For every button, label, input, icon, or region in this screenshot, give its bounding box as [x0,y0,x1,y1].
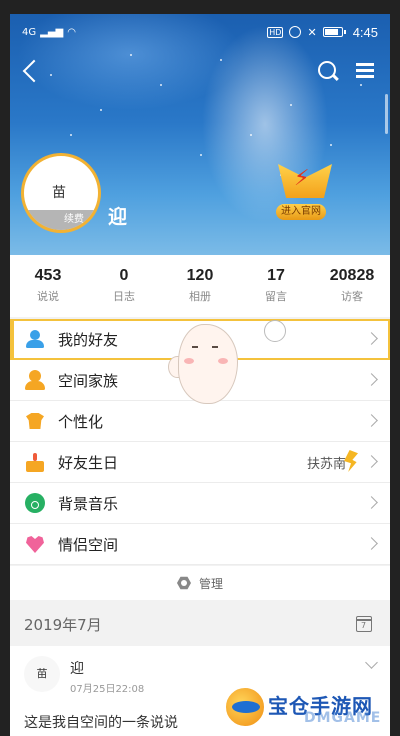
stat-messages[interactable]: 17 留言 [238,255,314,317]
chevron-down-icon[interactable] [365,656,378,669]
post-avatar[interactable]: 苗 [24,656,60,692]
avatar[interactable]: 苗 续费 [24,156,98,230]
menu-item-couple[interactable]: 情侣空间 [10,524,390,565]
stat-posts[interactable]: 453 说说 [10,255,86,317]
mascot-blush [184,358,194,364]
site-watermark: 宝仓手游网 DMGAME [224,686,394,730]
status-right: HD ✕ 4:45 [267,25,378,40]
mascot-overlay [168,318,248,410]
stat-label: 留言 [265,290,287,303]
status-bar: 4G ▂▄▆ ◠ HD ✕ 4:45 [10,14,390,50]
music-icon [24,492,46,514]
stat-value: 453 [34,267,62,284]
mascot-eye [212,346,218,348]
stat-label: 说说 [37,290,59,303]
calendar-day: 7 [361,621,367,630]
stat-value: 20828 [329,267,375,284]
battery-icon [322,27,346,37]
birthday-friend-name: 扶苏南 [306,456,346,472]
watermark-logo-icon [224,686,266,728]
search-button[interactable] [312,56,342,86]
menu-item-music[interactable]: 背景音乐 [10,483,390,524]
stat-blogs[interactable]: 0 日志 [86,255,162,317]
network-label: 4G [22,26,37,38]
menu-button[interactable] [350,56,380,86]
post-author[interactable]: 迎 [70,658,84,678]
stat-value: 17 [267,267,285,284]
stat-albums[interactable]: 120 相册 [162,255,238,317]
birthday-icon [24,451,46,473]
menu-item-label: 背景音乐 [58,494,119,513]
timeline-month-header: 2019年7月 7 [10,608,390,640]
clock: 4:45 [352,24,378,40]
renew-badge[interactable]: 续费 [24,210,98,230]
chevron-right-icon [365,414,378,427]
menu-item-label: 情侣空间 [58,535,119,554]
menu-item-label: 我的好友 [58,330,119,349]
chevron-right-icon [365,373,378,386]
stat-label: 相册 [189,290,211,303]
mascot-blush [218,358,228,364]
couple-icon [24,533,46,555]
chevron-right-icon [365,537,378,550]
chevron-right-icon [365,496,378,509]
family-icon [24,369,46,391]
stat-visitors[interactable]: 20828 访客 [314,255,390,317]
signal-indicator: 4G ▂▄▆ ◠ [22,27,76,38]
menu-item-label: 个性化 [58,412,104,431]
back-button[interactable] [16,56,48,86]
lightning-icon: ⚡ [294,166,310,191]
touch-indicator [264,320,286,342]
post-date: 07月25日22:08 [70,684,145,695]
mascot-eye [192,346,198,348]
manage-button[interactable]: 管理 [10,566,390,600]
stat-value: 0 [119,267,129,284]
friends-icon [24,328,46,350]
enter-site-label: 进入官网 [276,204,326,220]
mascot-body [178,324,238,404]
top-nav [10,54,390,88]
hd-icon: HD [267,26,284,38]
menu-item-label: 好友生日 [58,453,119,472]
mute-icon: ✕ [307,25,317,39]
party-icon [342,448,360,476]
watermark-sub: DMGAME [304,710,382,726]
chevron-right-icon [365,332,378,345]
manage-label: 管理 [198,576,223,591]
stat-value: 120 [186,267,214,284]
menu-item-birthday[interactable]: 好友生日 扶苏南 [10,442,390,483]
profile-cover: 4G ▂▄▆ ◠ HD ✕ 4:45 苗 续费 迎 ⚡ 进入官网 [10,14,390,255]
profile-name: 迎 [108,206,128,228]
stat-label: 日志 [113,290,135,303]
style-icon [24,410,46,432]
signal-icon: ▂▄▆ [40,26,64,38]
chevron-right-icon [365,455,378,468]
calendar-icon[interactable]: 7 [356,616,372,632]
settings-hex-icon [176,576,191,590]
stats-bar: 453 说说 0 日志 120 相册 17 留言 20828 访客 [10,255,390,317]
alarm-icon [289,26,302,38]
enter-site-button[interactable]: ⚡ 进入官网 [268,164,342,224]
scrollbar[interactable] [385,94,388,134]
avatar-doodle: 苗 [52,185,66,201]
post-text: 这是我自空间的一条说说 [24,715,178,731]
menu-item-label: 空间家族 [58,371,119,390]
month-label: 2019年7月 [24,615,102,634]
wifi-icon: ◠ [67,26,76,38]
stat-label: 访客 [341,290,363,303]
